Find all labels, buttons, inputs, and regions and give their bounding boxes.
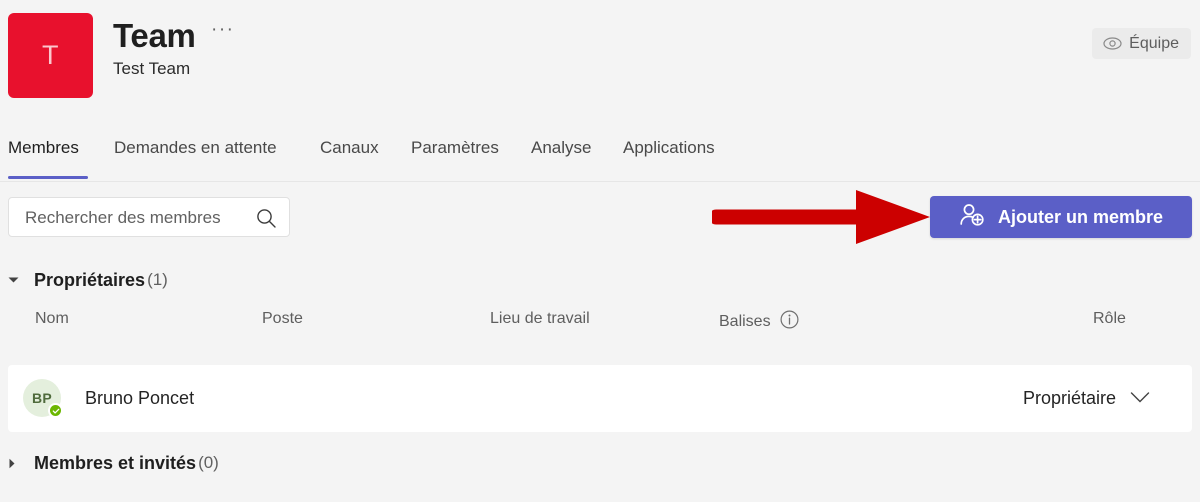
role-dropdown[interactable]: Propriétaire — [1023, 365, 1150, 432]
avatar-initials: BP — [31, 390, 53, 406]
column-header-lieu-de-travail: Lieu de travail — [490, 310, 590, 327]
column-header-role: Rôle — [1093, 310, 1126, 327]
add-member-button[interactable]: Ajouter un membre — [930, 196, 1192, 238]
team-avatar-letter: T — [42, 40, 59, 70]
add-member-button-label: Ajouter un membre — [997, 206, 1164, 227]
tab-demandes-en-attente[interactable]: Demandes en attente — [114, 136, 294, 180]
tab-analyse-label: Analyse — [531, 138, 592, 157]
tab-membres-label: Membres — [8, 138, 79, 157]
group-owners-count: (1) — [147, 270, 168, 289]
role-dropdown-label: Propriétaire — [1022, 388, 1116, 408]
page-title: Team — [113, 17, 196, 54]
member-name: Bruno Poncet — [85, 388, 195, 408]
presence-available-icon — [48, 403, 63, 418]
tab-membres[interactable]: Membres — [8, 136, 88, 180]
tab-applications-label: Applications — [623, 138, 715, 157]
group-members-guests-title: Membres et invités — [34, 452, 197, 473]
annotation-arrow-icon — [708, 186, 934, 248]
search-box[interactable] — [8, 197, 290, 238]
person-add-icon — [959, 203, 986, 232]
column-header-poste: Poste — [262, 310, 303, 327]
table-row[interactable]: BP Bruno Poncet Propriétaire — [8, 365, 1192, 432]
tab-applications[interactable]: Applications — [623, 136, 729, 180]
caret-right-icon[interactable] — [8, 458, 34, 469]
eye-icon — [1103, 37, 1122, 50]
avatar[interactable]: BP — [23, 379, 63, 418]
tab-analyse[interactable]: Analyse — [531, 136, 597, 180]
tab-canaux-label: Canaux — [320, 138, 379, 157]
tab-parametres[interactable]: Paramètres — [411, 136, 505, 180]
group-header-owners[interactable]: Propriétaires (1) — [8, 267, 168, 293]
privacy-badge-label: Équipe — [1129, 34, 1179, 52]
search-icon[interactable] — [255, 207, 277, 234]
chevron-down-icon[interactable] — [1130, 388, 1150, 409]
team-avatar: T — [8, 13, 93, 98]
column-header-balises: Balises — [719, 310, 799, 334]
table-header: Nom Poste Lieu de travail Balises Rôle — [0, 310, 1200, 336]
tab-parametres-label: Paramètres — [411, 138, 499, 157]
group-owners-title: Propriétaires — [34, 269, 146, 290]
column-header-nom: Nom — [35, 310, 69, 327]
privacy-badge[interactable]: Équipe — [1092, 28, 1191, 59]
tab-canaux[interactable]: Canaux — [320, 136, 384, 180]
team-header: T Team ··· Test Team Équipe — [0, 0, 1200, 115]
column-header-balises-label: Balises — [719, 313, 771, 330]
group-members-guests-count: (0) — [198, 453, 219, 472]
team-title-block: Team ··· Test Team — [113, 17, 235, 80]
tab-bar: Membres Demandes en attente Canaux Param… — [0, 136, 1200, 182]
info-icon[interactable] — [780, 310, 799, 334]
search-input[interactable] — [23, 198, 257, 238]
tab-demandes-en-attente-label: Demandes en attente — [114, 138, 277, 157]
more-options-icon[interactable]: ··· — [211, 20, 234, 40]
caret-down-icon[interactable] — [8, 276, 34, 284]
team-subtitle: Test Team — [113, 59, 191, 78]
group-header-members-guests[interactable]: Membres et invités (0) — [8, 450, 219, 476]
